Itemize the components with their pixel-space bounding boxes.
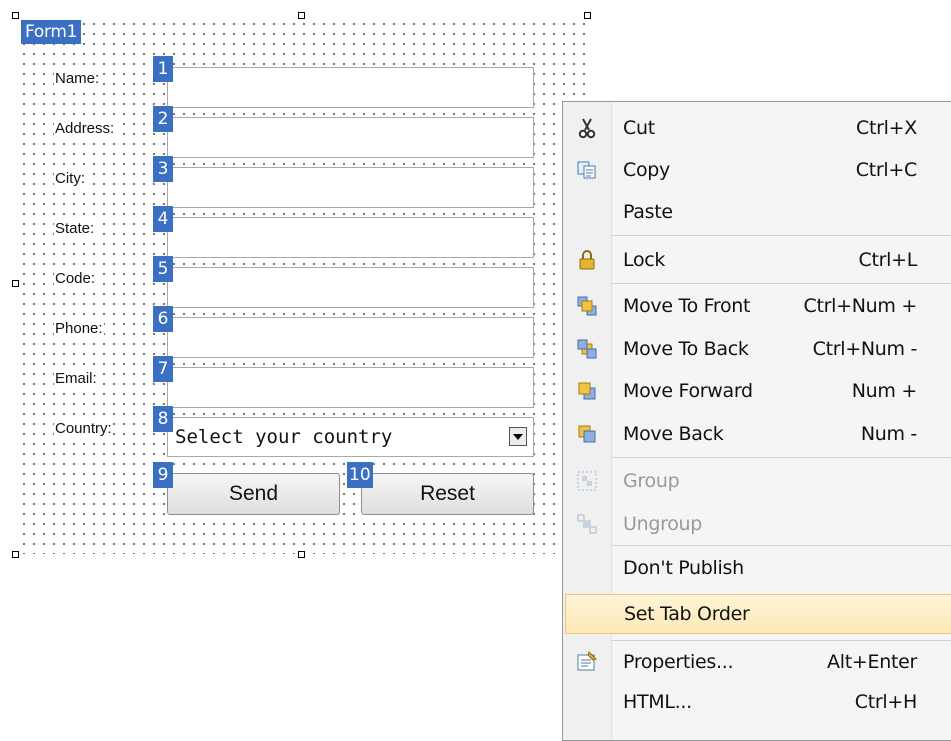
ungroup-icon [575,512,599,536]
tab-order-badge[interactable]: 10 [347,462,373,488]
menu-item-properties[interactable]: Properties... Alt+Enter [563,642,951,682]
tab-order-badge[interactable]: 9 [153,462,173,488]
move-forward-icon [575,379,599,403]
send-button[interactable]: Send [167,473,340,515]
menu-item-ungroup[interactable]: Ungroup [563,504,951,544]
menu-item-shortcut: Ctrl+Num + [803,295,918,317]
menu-item-copy[interactable]: Copy Ctrl+C [563,150,951,190]
menu-item-dont-publish[interactable]: Don't Publish [563,548,951,588]
tab-order-badge[interactable]: 6 [153,306,173,332]
menu-item-html[interactable]: HTML... Ctrl+H [563,682,951,722]
email-label: Email: [54,370,98,388]
menu-item-label: Move To Back [623,338,749,360]
menu-item-label: Set Tab Order [624,603,750,625]
reset-button[interactable]: Reset [361,473,534,515]
menu-separator [611,640,951,641]
phone-label: Phone: [54,320,104,338]
dropdown-arrow-icon[interactable] [509,427,527,446]
menu-item-cut[interactable]: Cut Ctrl+X [563,108,951,148]
menu-item-label: Group [623,470,680,492]
menu-item-lock[interactable]: Lock Ctrl+L [563,240,951,280]
code-label: Code: [54,270,97,288]
menu-item-shortcut: Ctrl+X [856,117,917,139]
phone-input[interactable] [167,317,534,358]
country-select-value: Select your country [175,426,393,448]
tab-order-badge[interactable]: 8 [153,406,173,432]
resize-handle-bottom-left[interactable] [12,551,19,558]
name-label: Name: [54,70,101,88]
resize-handle-middle-left[interactable] [12,280,19,287]
resize-handle-top-middle[interactable] [298,12,305,19]
menu-item-shortcut: Num - [860,423,917,445]
resize-handle-bottom-middle[interactable] [298,551,305,558]
code-input[interactable] [167,267,534,308]
menu-item-shortcut: Ctrl+Num - [812,338,918,360]
state-input[interactable] [167,217,534,258]
menu-item-label: HTML... [623,691,692,713]
tab-order-badge[interactable]: 4 [153,206,173,232]
country-select[interactable]: Select your country [167,417,534,457]
resize-handle-top-right[interactable] [584,12,591,19]
menu-item-label: Move Back [623,423,724,445]
email-input[interactable] [167,367,534,408]
city-input[interactable] [167,167,534,208]
menu-separator [611,283,951,284]
group-icon [575,469,599,493]
resize-handle-top-left[interactable] [12,12,19,19]
state-label: State: [54,220,96,238]
move-back-icon [575,422,599,446]
properties-icon [575,650,599,674]
scissors-icon [575,116,599,140]
menu-separator [611,545,951,546]
tab-order-badge[interactable]: 1 [153,56,173,82]
form-name-tag: Form1 [21,20,82,44]
address-label: Address: [54,120,116,138]
menu-item-label: Cut [623,117,655,139]
menu-item-move-forward[interactable]: Move Forward Num + [563,371,951,411]
menu-item-label: Move Forward [623,380,753,402]
menu-item-label: Properties... [623,651,734,673]
name-input[interactable] [167,67,534,108]
tab-order-badge[interactable]: 3 [153,156,173,182]
menu-item-label: Move To Front [623,295,751,317]
menu-item-shortcut: Ctrl+L [858,249,917,271]
tab-order-badge[interactable]: 2 [153,106,173,132]
context-menu: Cut Ctrl+X Copy Ctrl+C Paste Lock Ctrl+L… [562,101,951,741]
tab-order-badge[interactable]: 7 [153,356,173,382]
menu-item-shortcut: Ctrl+H [854,691,918,713]
menu-item-move-to-back[interactable]: Move To Back Ctrl+Num - [563,329,951,369]
lock-icon [575,248,599,272]
menu-item-label: Lock [623,249,666,271]
menu-item-label: Don't Publish [623,557,744,579]
menu-item-label: Ungroup [623,513,703,535]
copy-icon [575,158,599,182]
menu-item-set-tab-order[interactable]: Set Tab Order [565,594,951,634]
menu-item-label: Paste [623,201,673,223]
tab-order-badge[interactable]: 5 [153,256,173,282]
menu-item-label: Copy [623,159,670,181]
move-to-back-icon [575,337,599,361]
menu-item-paste[interactable]: Paste [563,192,951,232]
menu-separator [611,235,951,236]
menu-item-move-to-front[interactable]: Move To Front Ctrl+Num + [563,286,951,326]
menu-item-shortcut: Num + [851,380,918,402]
menu-separator [611,457,951,458]
menu-item-move-back[interactable]: Move Back Num - [563,414,951,454]
city-label: City: [54,170,86,188]
menu-item-group[interactable]: Group [563,461,951,501]
move-to-front-icon [575,294,599,318]
address-input[interactable] [167,117,534,158]
menu-item-shortcut: Alt+Enter [827,651,917,673]
country-label: Country: [54,420,113,438]
menu-item-shortcut: Ctrl+C [855,159,918,181]
